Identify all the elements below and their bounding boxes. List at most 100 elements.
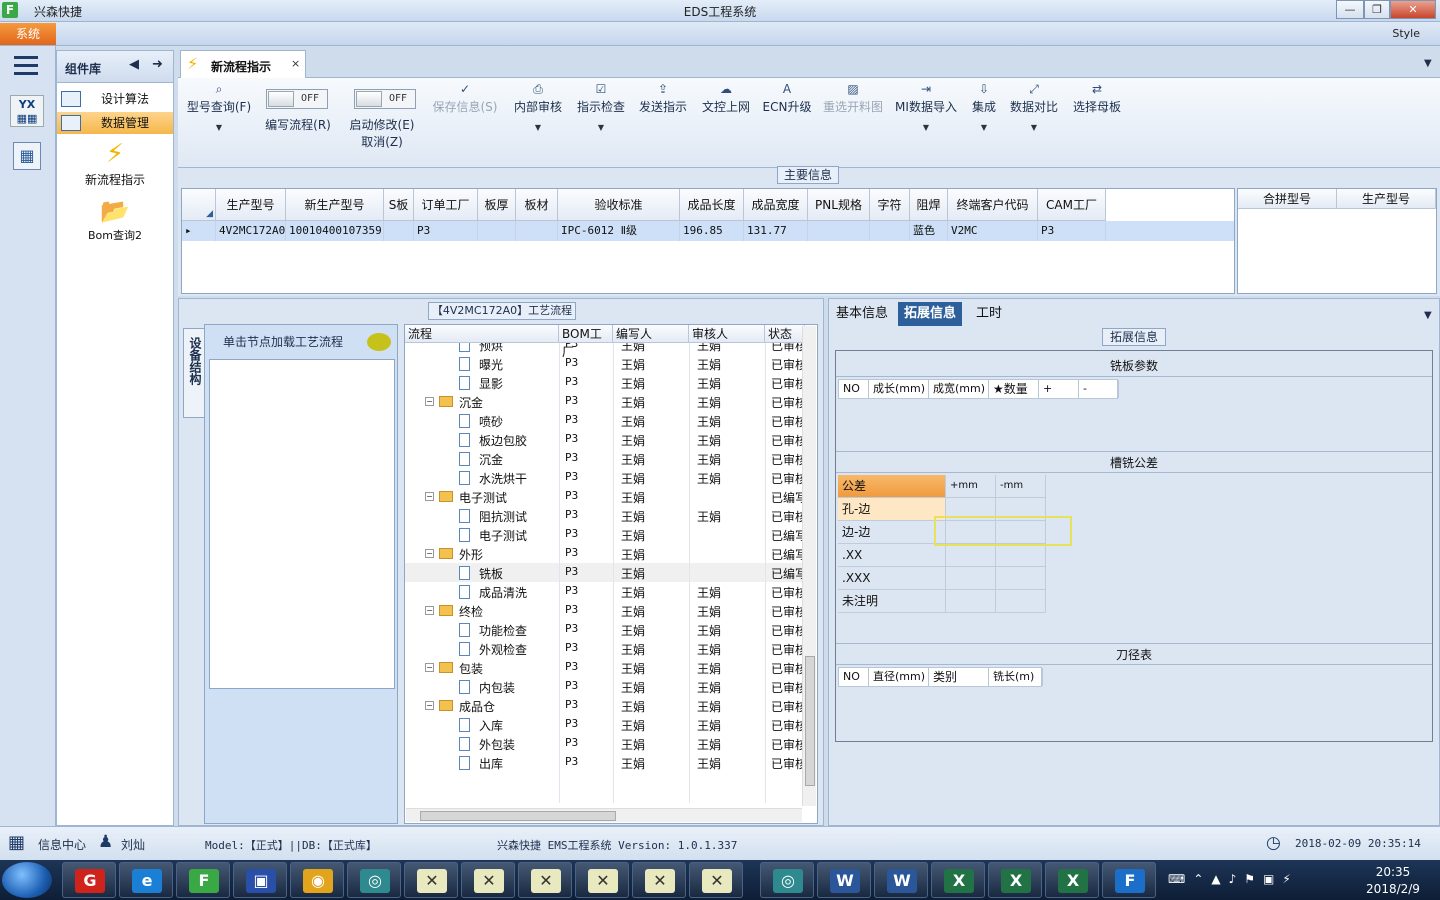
tree-row[interactable]: 阻抗测试 P3 王娟 王娟 已审核	[405, 506, 805, 525]
tolerance-row[interactable]: 未注明	[838, 590, 1046, 613]
comp-item-design-algorithm[interactable]: 设计算法	[57, 88, 173, 110]
node-list[interactable]	[209, 359, 395, 689]
collapse-toggle-icon[interactable]: −	[425, 701, 434, 710]
tree-row[interactable]: 水洗烘干 P3 王娟 王娟 已审核	[405, 468, 805, 487]
cell[interactable]: 196.85	[680, 221, 744, 241]
tolerance-plus-cell[interactable]	[946, 544, 996, 566]
col-header[interactable]: 板材	[516, 189, 558, 221]
tree-row[interactable]: − 电子测试 P3 王娟 已编写	[405, 487, 805, 506]
cell[interactable]	[870, 221, 910, 241]
taskbar-app[interactable]: ✕	[461, 862, 515, 898]
process-tree-grid[interactable]: 流程 BOM工厂 编写人 审核人 状态 预烘 P3 王娟 王娟 已审核 曝光 P3 王娟 王娟已…	[404, 324, 818, 824]
taskbar-app[interactable]: F	[176, 862, 230, 898]
tree-row[interactable]: 预烘 P3 王娟 王娟 已审核	[405, 343, 805, 354]
bom-query-launcher[interactable]: 📂 Bom查询2	[57, 197, 173, 243]
reselect-cut-image-button[interactable]: ▨ 重选开料图	[820, 82, 886, 115]
cell[interactable]: IPC-6012 Ⅱ级	[558, 221, 680, 241]
tree-row[interactable]: 内包装 P3 王娟 王娟 已审核	[405, 677, 805, 696]
col-header[interactable]: 订单工厂	[414, 189, 478, 221]
col-header[interactable]: 状态	[765, 325, 805, 343]
tree-row[interactable]: 电子测试 P3 王娟 已编写	[405, 525, 805, 544]
tree-row[interactable]: 喷砂 P3 王娟 王娟 已审核	[405, 411, 805, 430]
taskbar-app[interactable]: X	[988, 862, 1042, 898]
hamburger-menu-icon[interactable]	[14, 56, 38, 76]
collapse-toggle-icon[interactable]: −	[425, 606, 434, 615]
col-header[interactable]: 新生产型号	[286, 189, 384, 221]
col-header[interactable]: 验收标准	[558, 189, 680, 221]
collapse-toggle-icon[interactable]: −	[425, 663, 434, 672]
taskbar-app[interactable]: W	[817, 862, 871, 898]
tree-row[interactable]: 入库 P3 王娟 王娟 已审核	[405, 715, 805, 734]
close-tab-icon[interactable]: ×	[291, 57, 300, 70]
cell[interactable]: P3	[1038, 221, 1106, 241]
taskbar-app[interactable]: ✕	[689, 862, 743, 898]
col-header[interactable]: S板	[384, 189, 414, 221]
factory-icon[interactable]: YX ▦▦	[10, 95, 44, 127]
cell[interactable]: 131.77	[744, 221, 808, 241]
tolerance-row[interactable]: .XX	[838, 544, 1046, 567]
col-header[interactable]: 阻焊	[910, 189, 948, 221]
col-header[interactable]: BOM工厂	[559, 325, 613, 359]
integrate-button[interactable]: ⇩ 集成 ▼	[966, 82, 1002, 132]
tab-dropdown-icon[interactable]: ▼	[1424, 310, 1432, 321]
save-info-button[interactable]: ✓ 保存信息(S)	[430, 82, 500, 115]
taskbar-app[interactable]: X	[1045, 862, 1099, 898]
merge-model-grid[interactable]: 合拼型号 生产型号	[1237, 188, 1437, 294]
col-header[interactable]: 成品长度	[680, 189, 744, 221]
horizontal-scrollbar[interactable]	[406, 808, 802, 822]
ecn-upgrade-button[interactable]: A ECN升级	[762, 82, 812, 115]
taskbar-app[interactable]: ◎	[760, 862, 814, 898]
taskbar-app[interactable]: W	[874, 862, 928, 898]
taskbar-app[interactable]: ✕	[575, 862, 629, 898]
taskbar-app[interactable]: X	[931, 862, 985, 898]
tab-list-dropdown-icon[interactable]: ▼	[1424, 58, 1432, 69]
maximize-button[interactable]: ❐	[1364, 0, 1390, 19]
doc-control-online-button[interactable]: ☁ 文控上网	[699, 82, 753, 115]
taskbar-app[interactable]: e	[119, 862, 173, 898]
tree-row[interactable]: 板边包胶 P3 王娟 王娟 已审核	[405, 430, 805, 449]
tolerance-plus-cell[interactable]	[946, 567, 996, 589]
tolerance-plus-cell[interactable]	[946, 590, 996, 612]
col-header[interactable]: 终端客户代码	[948, 189, 1038, 221]
write-process-toggle[interactable]: OFF	[266, 89, 328, 109]
col-header[interactable]: 生产型号	[1337, 189, 1436, 209]
info-center-link[interactable]: 信息中心	[38, 836, 86, 853]
col-header[interactable]: 字符	[870, 189, 910, 221]
col-header[interactable]: PNL规格	[808, 189, 870, 221]
system-tray[interactable]: ⌨⌃▲♪⚑▣⚡	[1168, 872, 1299, 886]
vertical-scrollbar[interactable]	[802, 326, 816, 806]
col-header[interactable]: 审核人	[689, 325, 765, 343]
taskbar-app[interactable]: ✕	[632, 862, 686, 898]
new-process-launcher[interactable]: ⚡ 新流程指示	[57, 139, 173, 188]
style-menu[interactable]: Style	[1392, 27, 1420, 40]
cell[interactable]: 蓝色	[910, 221, 948, 241]
tree-row[interactable]: 沉金 P3 王娟 王娟 已审核	[405, 449, 805, 468]
mi-data-import-button[interactable]: ⇥ MI数据导入 ▼	[894, 82, 958, 132]
col-header[interactable]: 合拼型号	[1238, 189, 1337, 209]
col-header[interactable]: 生产型号	[216, 189, 286, 221]
col-header[interactable]: 成品宽度	[744, 189, 808, 221]
cell[interactable]	[516, 221, 558, 241]
tree-row[interactable]: 曝光 P3 王娟 王娟 已审核	[405, 354, 805, 373]
col-header[interactable]: CAM工厂	[1038, 189, 1106, 221]
collapse-toggle-icon[interactable]: −	[425, 492, 434, 501]
taskbar-app[interactable]: ✕	[404, 862, 458, 898]
tab-work-hours[interactable]: 工时	[970, 302, 1008, 326]
comp-item-data-management[interactable]: 数据管理	[57, 112, 173, 134]
instruction-check-button[interactable]: ☑ 指示检查 ▼	[574, 82, 628, 132]
main-info-grid[interactable]: ◢ 生产型号 新生产型号 S板 订单工厂 板厚 板材 验收标准 成品长度 成品宽…	[181, 188, 1235, 294]
mill-params-grid[interactable]: NO 成长(mm) 成宽(mm) ★数量 + -	[838, 379, 1119, 399]
system-menu[interactable]: 系统	[0, 23, 56, 45]
col-header[interactable]: 板厚	[478, 189, 516, 221]
tree-row[interactable]: 外包装 P3 王娟 王娟 已审核	[405, 734, 805, 753]
grid-apps-icon[interactable]: ▦	[8, 832, 25, 853]
tree-row[interactable]: 显影 P3 王娟 王娟 已审核	[405, 373, 805, 392]
cell[interactable]	[808, 221, 870, 241]
start-button[interactable]	[2, 862, 52, 898]
taskbar-app[interactable]: ◉	[290, 862, 344, 898]
cell[interactable]: P3	[414, 221, 478, 241]
tree-row[interactable]: 功能检查 P3 王娟 王娟 已审核	[405, 620, 805, 639]
taskbar-app[interactable]: ▣	[233, 862, 287, 898]
cell[interactable]	[384, 221, 414, 241]
calculator-icon[interactable]: ▦	[13, 142, 41, 170]
